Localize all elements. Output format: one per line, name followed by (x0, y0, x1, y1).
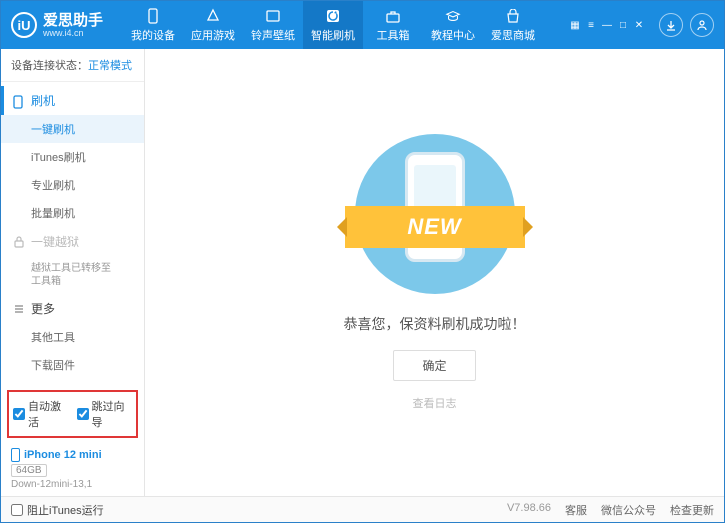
store-icon (505, 8, 521, 24)
version-label: V7.98.66 (507, 502, 551, 518)
toolbox-icon (385, 8, 401, 24)
lock-icon (13, 236, 25, 248)
phone-small-icon (13, 95, 25, 107)
apps-icon (205, 8, 221, 24)
logo-icon: iU (11, 12, 37, 38)
body: 设备连接状态：正常模式 刷机 一键刷机 iTunes刷机 专业刷机 批量刷机 一… (1, 49, 724, 496)
nav-toolbox[interactable]: 工具箱 (363, 1, 423, 49)
menu-button[interactable]: ≡ (584, 18, 598, 32)
app-window: iU 爱思助手 www.i4.cn 我的设备 应用游戏 铃声壁纸 智能刷机 工具… (0, 0, 725, 523)
app-name: 爱思助手 (43, 13, 103, 28)
ok-button[interactable]: 确定 (393, 350, 475, 381)
sidebar: 设备连接状态：正常模式 刷机 一键刷机 iTunes刷机 专业刷机 批量刷机 一… (1, 49, 145, 496)
more-icon (13, 303, 25, 315)
sub-advanced[interactable]: 高级功能 (1, 379, 144, 386)
block-itunes-checkbox[interactable]: 阻止iTunes运行 (11, 502, 104, 518)
success-message: 恭喜您，保资料刷机成功啦！ (344, 314, 526, 334)
maximize-button[interactable]: □ (616, 18, 630, 32)
sub-pro-flash[interactable]: 专业刷机 (1, 171, 144, 199)
device-info[interactable]: iPhone 12 mini 64GB Down-12mini-13,1 (1, 442, 144, 496)
sub-batch-flash[interactable]: 批量刷机 (1, 199, 144, 227)
close-button[interactable]: ✕ (632, 18, 646, 32)
window-controls: ▦ ≡ — □ ✕ (568, 13, 714, 37)
jailbreak-note: 越狱工具已转移至 工具箱 (1, 256, 144, 294)
logo: iU 爱思助手 www.i4.cn (11, 12, 103, 38)
sidebar-menu: 刷机 一键刷机 iTunes刷机 专业刷机 批量刷机 一键越狱 越狱工具已转移至… (1, 82, 144, 386)
main-content: NEW 恭喜您，保资料刷机成功啦！ 确定 查看日志 (145, 49, 724, 496)
minimize-button[interactable]: — (600, 18, 614, 32)
refresh-icon (325, 8, 341, 24)
sub-download-firmware[interactable]: 下载固件 (1, 351, 144, 379)
graduation-icon (445, 8, 461, 24)
sub-oneclick-flash[interactable]: 一键刷机 (1, 115, 144, 143)
download-icon[interactable] (659, 13, 683, 37)
app-url: www.i4.cn (43, 28, 103, 38)
sub-other-tools[interactable]: 其他工具 (1, 323, 144, 351)
sub-itunes-flash[interactable]: iTunes刷机 (1, 143, 144, 171)
tasks-button[interactable]: ▦ (568, 18, 582, 32)
device-name: iPhone 12 mini (11, 448, 134, 462)
success-illustration: NEW (355, 134, 515, 294)
device-storage: 64GB (11, 464, 47, 477)
options-highlight: 自动激活 跳过向导 (7, 390, 138, 438)
service-link[interactable]: 客服 (565, 502, 587, 518)
group-jailbreak: 一键越狱 (1, 227, 144, 256)
titlebar: iU 爱思助手 www.i4.cn 我的设备 应用游戏 铃声壁纸 智能刷机 工具… (1, 1, 724, 49)
wechat-link[interactable]: 微信公众号 (601, 502, 656, 518)
nav-flash[interactable]: 智能刷机 (303, 1, 363, 49)
phone-icon (145, 8, 161, 24)
device-icon (11, 448, 20, 462)
nav-devices[interactable]: 我的设备 (123, 1, 183, 49)
nav-tutorial[interactable]: 教程中心 (423, 1, 483, 49)
footer: 阻止iTunes运行 V7.98.66 客服 微信公众号 检查更新 (1, 496, 724, 522)
user-icon[interactable] (690, 13, 714, 37)
check-update-link[interactable]: 检查更新 (670, 502, 714, 518)
group-flash[interactable]: 刷机 (1, 86, 144, 115)
top-nav: 我的设备 应用游戏 铃声壁纸 智能刷机 工具箱 教程中心 爱思商城 (123, 1, 543, 49)
nav-apps[interactable]: 应用游戏 (183, 1, 243, 49)
device-firmware: Down-12mini-13,1 (11, 479, 134, 490)
nav-store[interactable]: 爱思商城 (483, 1, 543, 49)
connection-status: 设备连接状态：正常模式 (1, 49, 144, 82)
view-log-link[interactable]: 查看日志 (413, 395, 457, 411)
group-more[interactable]: 更多 (1, 294, 144, 323)
new-banner: NEW (345, 206, 525, 248)
nav-wallpaper[interactable]: 铃声壁纸 (243, 1, 303, 49)
wallpaper-icon (265, 8, 281, 24)
skip-guide-checkbox[interactable]: 跳过向导 (77, 398, 133, 430)
auto-activate-checkbox[interactable]: 自动激活 (13, 398, 69, 430)
